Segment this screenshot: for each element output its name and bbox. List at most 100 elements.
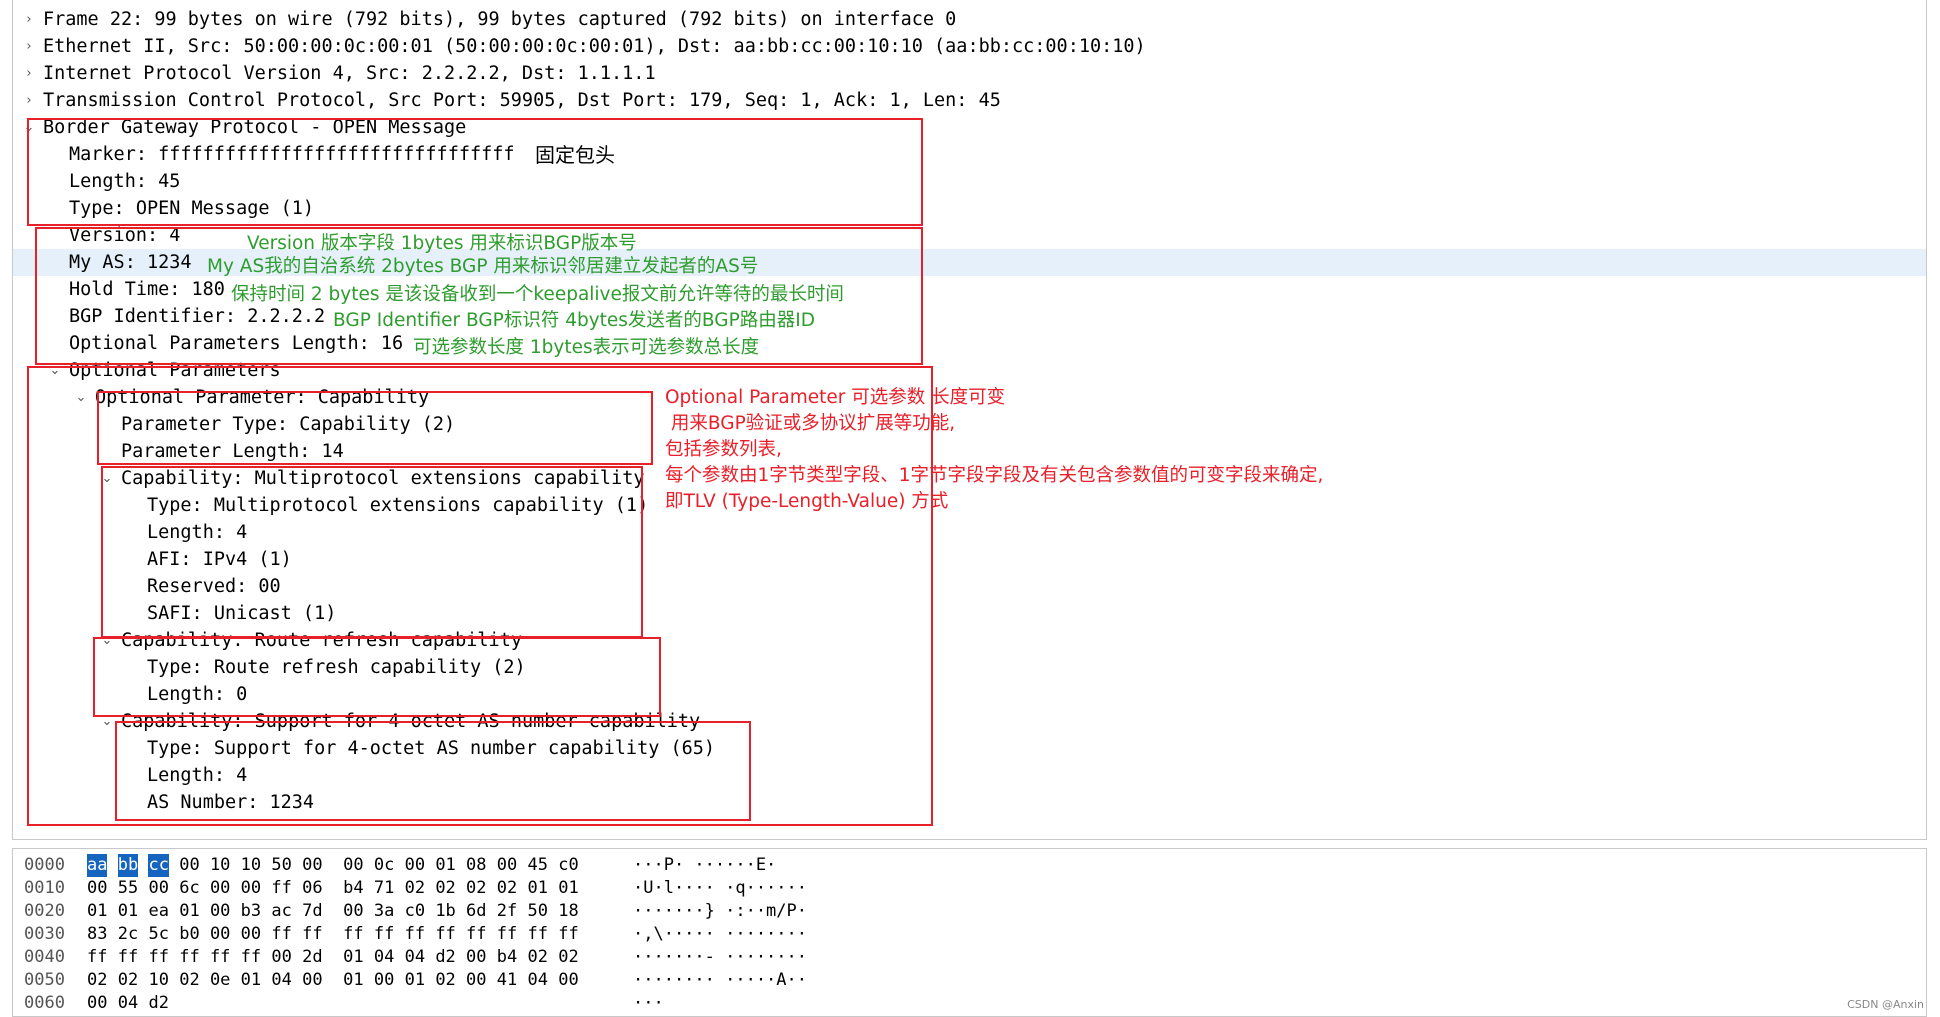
hex-byte[interactable]: 41 [497, 969, 517, 992]
hex-byte[interactable]: 04 [271, 969, 291, 992]
hex-byte[interactable]: 00 [302, 969, 322, 992]
expand-arrow-icon[interactable]: › [21, 60, 37, 87]
hex-byte[interactable]: 00 [374, 969, 394, 992]
hex-byte[interactable]: 00 [148, 877, 168, 900]
hex-byte[interactable]: 00 [466, 969, 486, 992]
hex-byte[interactable]: 00 [210, 900, 230, 923]
expand-arrow-icon[interactable]: › [21, 33, 37, 60]
collapse-arrow-icon[interactable]: ⌄ [99, 708, 115, 735]
hex-byte[interactable]: 00 [405, 854, 425, 877]
hex-byte[interactable]: 7d [302, 900, 322, 923]
hex-row[interactable]: 0040 ff ff ff ff ff ff 00 2d 01 04 04 d2 … [13, 946, 1926, 969]
hex-byte[interactable]: 02 [179, 969, 199, 992]
hex-byte[interactable]: 00 [466, 946, 486, 969]
hex-byte[interactable]: 06 [302, 877, 322, 900]
tree-row[interactable]: Length: 45 [13, 168, 1926, 195]
hex-byte[interactable]: 00 [343, 854, 363, 877]
hex-byte[interactable]: 2c [118, 923, 138, 946]
hex-byte[interactable]: 00 [343, 900, 363, 923]
hex-byte[interactable]: 00 [241, 923, 261, 946]
hex-byte[interactable]: 10 [241, 854, 261, 877]
tree-row[interactable]: Type: Support for 4-octet AS number capa… [13, 735, 1926, 762]
expand-arrow-icon[interactable]: › [21, 87, 37, 114]
tree-row[interactable]: ⌄ Border Gateway Protocol - OPEN Message [13, 114, 1926, 141]
tree-row[interactable]: Parameter Length: 14 [13, 438, 1926, 465]
hex-byte[interactable]: ff [466, 923, 486, 946]
hex-row[interactable]: 0020 01 01 ea 01 00 b3 ac 7d 00 3a c0 1b … [13, 900, 1926, 923]
hex-byte[interactable]: 04 [374, 946, 394, 969]
hex-row[interactable]: 0010 00 55 00 6c 00 00 ff 06 b4 71 02 02 … [13, 877, 1926, 900]
hex-byte[interactable]: ff [558, 923, 578, 946]
collapse-arrow-icon[interactable]: ⌄ [73, 384, 89, 411]
hex-byte[interactable]: 45 [528, 854, 548, 877]
hex-byte[interactable]: ac [271, 900, 291, 923]
tree-row[interactable]: › Internet Protocol Version 4, Src: 2.2.2… [13, 60, 1926, 87]
hex-byte[interactable]: ff [271, 923, 291, 946]
hex-byte[interactable]: ff [405, 923, 425, 946]
hex-byte[interactable]: ff [241, 946, 261, 969]
hex-byte[interactable]: d2 [148, 992, 168, 1015]
hex-byte[interactable]: c0 [405, 900, 425, 923]
hex-byte[interactable]: ff [179, 946, 199, 969]
hex-byte[interactable]: 00 [210, 877, 230, 900]
hex-byte[interactable]: ff [374, 923, 394, 946]
hex-byte[interactable]: 00 [241, 877, 261, 900]
hex-byte[interactable]: ff [271, 877, 291, 900]
hex-byte[interactable]: 02 [528, 946, 548, 969]
tree-row[interactable]: › Ethernet II, Src: 50:00:00:0c:00:01 (50… [13, 33, 1926, 60]
hex-byte[interactable]: 01 [435, 854, 455, 877]
collapse-arrow-icon[interactable]: ⌄ [99, 465, 115, 492]
hex-byte[interactable]: 00 [497, 854, 517, 877]
hex-byte[interactable]: ff [302, 923, 322, 946]
hex-byte[interactable]: 50 [271, 854, 291, 877]
hex-row[interactable]: 0030 83 2c 5c b0 00 00 ff ff ff ff ff ff … [13, 923, 1926, 946]
hex-byte[interactable]: 02 [558, 946, 578, 969]
hex-byte[interactable]: ff [497, 923, 517, 946]
hex-byte[interactable]: 04 [528, 969, 548, 992]
hex-byte[interactable]: 00 [87, 992, 107, 1015]
tree-row[interactable]: ⌄ Capability: Support for 4-octet AS numb… [13, 708, 1926, 735]
tree-row[interactable]: Type: OPEN Message (1) [13, 195, 1926, 222]
hex-byte[interactable]: 02 [405, 877, 425, 900]
hex-byte[interactable]: 02 [497, 877, 517, 900]
hex-byte[interactable]: 71 [374, 877, 394, 900]
hex-byte[interactable]: ff [210, 946, 230, 969]
hex-byte[interactable]: 10 [148, 969, 168, 992]
hex-byte[interactable]: 02 [87, 969, 107, 992]
tree-row[interactable]: ⌄ Capability: Route refresh capability [13, 627, 1926, 654]
hex-row[interactable]: 0060 00 04 d2 ··· [13, 992, 1926, 1015]
tree-row[interactable]: Type: Route refresh capability (2) [13, 654, 1926, 681]
hex-byte[interactable]: 01 [343, 946, 363, 969]
hex-byte[interactable]: 04 [405, 946, 425, 969]
hex-byte[interactable]: c0 [558, 854, 578, 877]
hex-byte[interactable]: 0c [374, 854, 394, 877]
collapse-arrow-icon[interactable]: ⌄ [47, 357, 63, 384]
hex-byte[interactable]: ff [87, 946, 107, 969]
hex-byte[interactable]: 00 [558, 969, 578, 992]
hex-row[interactable]: 0000 aa bb cc 00 10 10 50 00 00 0c 00 01 … [13, 854, 1926, 877]
tree-row[interactable]: Reserved: 00 [13, 573, 1926, 600]
tree-row[interactable]: › Transmission Control Protocol, Src Port… [13, 87, 1926, 114]
hex-byte[interactable]: 18 [558, 900, 578, 923]
collapse-arrow-icon[interactable]: ⌄ [99, 627, 115, 654]
tree-row[interactable]: › Frame 22: 99 bytes on wire (792 bits), … [13, 6, 1926, 33]
hex-byte[interactable]: 3a [374, 900, 394, 923]
hex-byte[interactable]: ff [148, 946, 168, 969]
hex-byte[interactable]: 10 [210, 854, 230, 877]
hex-byte[interactable]: 6d [466, 900, 486, 923]
hex-byte[interactable]: 00 [179, 854, 199, 877]
hex-byte[interactable]: b4 [343, 877, 363, 900]
hex-byte[interactable]: cc [148, 854, 169, 877]
collapse-arrow-icon[interactable]: ⌄ [21, 114, 37, 141]
tree-row[interactable]: Length: 0 [13, 681, 1926, 708]
hex-byte[interactable]: 01 [118, 900, 138, 923]
tree-row[interactable]: SAFI: Unicast (1) [13, 600, 1926, 627]
hex-byte[interactable]: 01 [528, 877, 548, 900]
expand-arrow-icon[interactable]: › [21, 6, 37, 33]
hex-byte[interactable]: b0 [179, 923, 199, 946]
hex-byte[interactable]: 00 [271, 946, 291, 969]
hex-byte[interactable]: d2 [435, 946, 455, 969]
tree-row[interactable]: ⌄ Optional Parameters [13, 357, 1926, 384]
tree-row[interactable]: Parameter Type: Capability (2) [13, 411, 1926, 438]
hex-byte[interactable]: 83 [87, 923, 107, 946]
